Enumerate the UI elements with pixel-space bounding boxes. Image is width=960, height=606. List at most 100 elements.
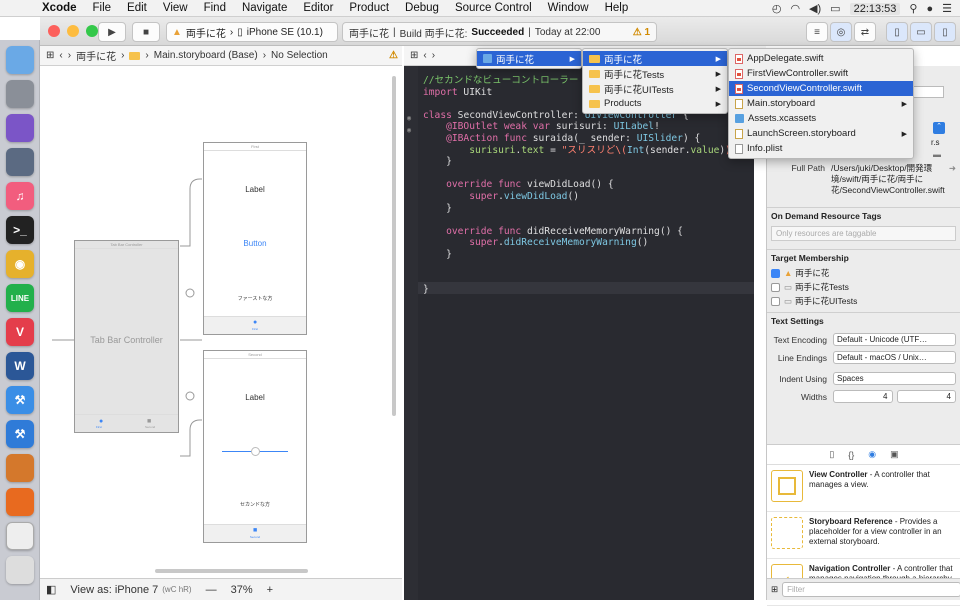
sidebar-toggle-icon[interactable]: ◧	[46, 583, 56, 596]
target-row[interactable]: ▭ 両手に花Tests	[767, 280, 960, 294]
location-popup[interactable]: ⌃	[933, 122, 945, 134]
music-icon[interactable]: ♫	[6, 182, 34, 210]
stop-button[interactable]: ■	[132, 22, 160, 42]
forward-button[interactable]: ›	[432, 50, 435, 61]
object-library-icon[interactable]: ◉	[868, 449, 876, 460]
scheme-selector[interactable]: ▲ 両手に花 › ▯ iPhone SE (10.1)	[166, 22, 338, 42]
tab-width-field[interactable]: 4	[833, 390, 893, 403]
menu-edit[interactable]: Edit	[119, 2, 155, 14]
close-button[interactable]	[48, 25, 60, 37]
view-as-label[interactable]: View as: iPhone 7	[70, 584, 158, 596]
line-icon[interactable]: LINE	[6, 284, 34, 312]
filter-input[interactable]: Filter	[782, 582, 960, 597]
zoom-level[interactable]: 37%	[231, 584, 253, 596]
breadcrumb-file[interactable]: Main.storyboard (Base)	[154, 50, 258, 61]
menubar-clock[interactable]: 22:13:53	[849, 2, 901, 15]
menu-source-control[interactable]: Source Control	[447, 2, 540, 14]
list-icon[interactable]: ☰	[942, 2, 952, 15]
chrome-icon[interactable]: ◉	[6, 250, 34, 278]
system-preferences-icon[interactable]	[6, 80, 34, 108]
target-checkbox[interactable]	[771, 268, 780, 278]
menu-item-file[interactable]: Main.storyboard ▶	[729, 96, 913, 111]
editor-standard-button[interactable]: ≡	[806, 22, 828, 42]
launchpad-icon[interactable]	[6, 148, 34, 176]
reveal-arrow-icon[interactable]: ➜	[949, 163, 956, 174]
menu-item-file[interactable]: Assets.xcassets	[729, 111, 913, 126]
related-items-icon[interactable]: ⊞	[410, 50, 418, 61]
menu-item-folder[interactable]: 両手に花Tests ▶	[583, 66, 727, 81]
warning-icon[interactable]: ⚠	[389, 50, 398, 61]
related-items-icon[interactable]: ⊞	[46, 50, 54, 61]
toggle-navigator-button[interactable]: ▯	[886, 22, 908, 42]
text-encoding-popup[interactable]: Default - Unicode (UTF…	[833, 333, 956, 346]
word-icon[interactable]: W	[6, 352, 34, 380]
menu-item-file[interactable]: Info.plist	[729, 141, 913, 156]
xcode-icon[interactable]: ⚒	[6, 386, 34, 414]
finder-icon[interactable]	[6, 46, 34, 74]
tab-bar-controller-scene[interactable]: Tab Bar Controller Tab Bar Controller ● …	[74, 240, 179, 433]
editor-version-button[interactable]: ⇄	[854, 22, 876, 42]
indent-width-field[interactable]: 4	[896, 390, 956, 403]
menu-navigate[interactable]: Navigate	[234, 2, 295, 14]
folder-icon[interactable]: ▬	[933, 150, 941, 159]
siri-icon[interactable]	[6, 114, 34, 142]
menu-view[interactable]: View	[155, 2, 196, 14]
storyboard-canvas[interactable]: Tab Bar Controller Tab Bar Controller ● …	[40, 66, 402, 578]
first-view-controller-scene[interactable]: First Label Button ファーストな方 ● First	[203, 142, 307, 335]
menu-item-folder[interactable]: 両手に花 ▶	[583, 51, 727, 66]
code-editor[interactable]: ◉ ◉ //セカンドなビューコントローラー import UIKit class…	[404, 66, 754, 600]
indent-popup[interactable]: Spaces	[833, 372, 956, 385]
menu-item-folder[interactable]: Products ▶	[583, 96, 727, 111]
target-checkbox[interactable]	[771, 282, 780, 292]
library-item[interactable]: View Controller - A controller that mana…	[767, 465, 960, 512]
breadcrumb-selection[interactable]: No Selection	[271, 50, 328, 61]
xcode-beta-icon[interactable]: ⚒	[6, 420, 34, 448]
battery-icon[interactable]: ▭	[830, 2, 840, 15]
avatar[interactable]: ●	[926, 3, 933, 15]
editor-assistant-button[interactable]: ◎	[830, 22, 852, 42]
search-icon[interactable]: ⚲	[909, 2, 917, 15]
zoom-button[interactable]	[86, 25, 98, 37]
menu-product[interactable]: Product	[341, 2, 397, 14]
outlet-connection-icon[interactable]: ◉	[407, 114, 411, 122]
menu-editor[interactable]: Editor	[295, 2, 341, 14]
back-button[interactable]: ‹	[423, 50, 426, 61]
firefox-icon[interactable]	[6, 488, 34, 516]
media-library-icon[interactable]: ▣	[890, 449, 899, 460]
wifi-icon[interactable]: ◠	[790, 2, 800, 15]
toggle-debug-button[interactable]: ▭	[910, 22, 932, 42]
menu-debug[interactable]: Debug	[397, 2, 447, 14]
zoom-out-button[interactable]: —	[206, 584, 217, 596]
gimp-icon[interactable]	[6, 454, 34, 482]
action-connection-icon[interactable]: ◉	[407, 126, 411, 134]
menu-help[interactable]: Help	[597, 2, 637, 14]
menu-item-file[interactable]: FirstViewController.swift	[729, 66, 913, 81]
back-button[interactable]: ‹	[59, 50, 62, 61]
menu-item-file[interactable]: AppDelegate.swift	[729, 51, 913, 66]
toggle-inspector-button[interactable]: ▯	[934, 22, 956, 42]
minimize-button[interactable]	[67, 25, 79, 37]
zoom-in-button[interactable]: +	[267, 584, 273, 596]
library-item[interactable]: Storyboard Reference - Provides a placeh…	[767, 512, 960, 559]
vivaldi-icon[interactable]: V	[6, 318, 34, 346]
breadcrumb-project[interactable]: 両手に花	[76, 48, 116, 63]
target-row[interactable]: ▲ 両手に花	[767, 266, 960, 280]
file-template-icon[interactable]: ▯	[829, 449, 834, 460]
line-endings-popup[interactable]: Default - macOS / Unix…	[833, 351, 956, 364]
odr-tags-field[interactable]: Only resources are taggable	[771, 226, 956, 241]
time-machine-icon[interactable]: ◴	[772, 2, 782, 15]
warning-badge[interactable]: ⚠ 1	[633, 27, 650, 38]
menu-app[interactable]: Xcode	[34, 2, 85, 14]
code-snippet-icon[interactable]: {}	[848, 450, 854, 460]
second-view-controller-scene[interactable]: Second Label セカンドな方 ■ Second	[203, 350, 307, 543]
grid-view-icon[interactable]: ⊞	[771, 584, 778, 595]
trash-icon[interactable]	[6, 556, 34, 584]
menu-item-file[interactable]: LaunchScreen.storyboard ▶	[729, 126, 913, 141]
forward-button[interactable]: ›	[68, 50, 71, 61]
run-button[interactable]: ▶	[98, 22, 126, 42]
menu-find[interactable]: Find	[196, 2, 234, 14]
menu-item-file[interactable]: SecondViewController.swift	[729, 81, 913, 96]
slider-thumb[interactable]	[251, 447, 260, 456]
terminal-icon[interactable]: >_	[6, 216, 34, 244]
menu-file[interactable]: File	[85, 2, 120, 14]
